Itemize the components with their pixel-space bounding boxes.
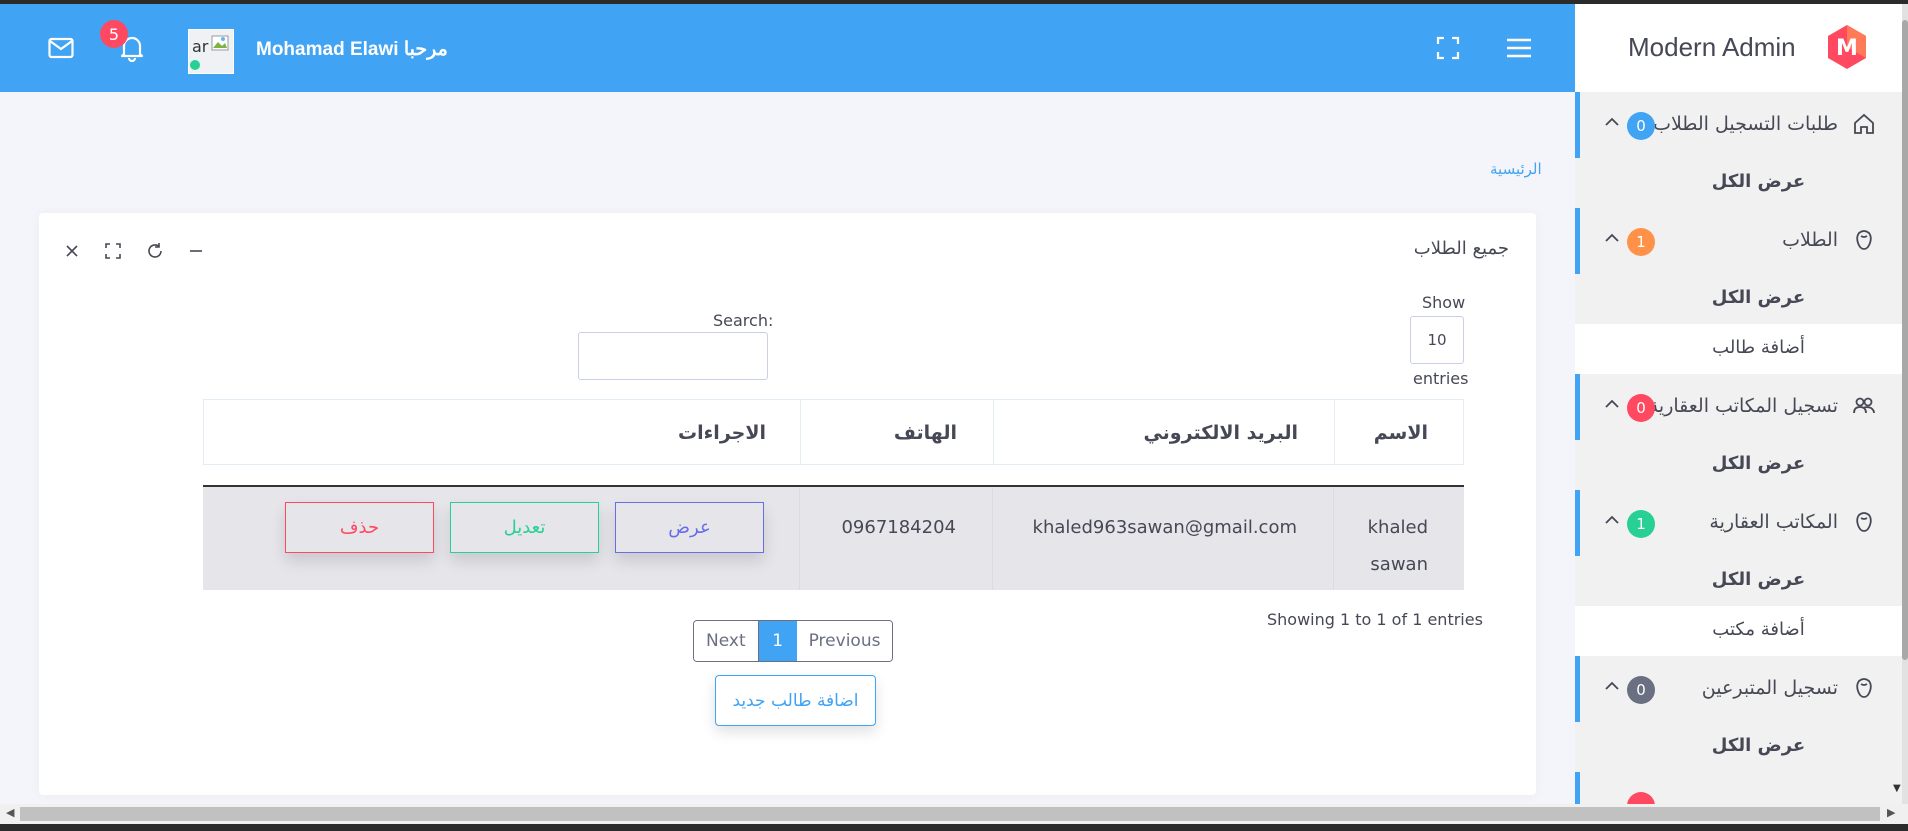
column-header-email[interactable]: البريد الالكتروني <box>993 400 1334 464</box>
mail-icon[interactable] <box>45 32 77 64</box>
sidebar-item-label: طلبات التسجيل الطلاب <box>1653 113 1838 135</box>
close-icon[interactable] <box>62 241 82 261</box>
scroll-left-icon[interactable]: ◀ <box>6 806 14 819</box>
sidebar-subitem-label: عرض الكل <box>1711 569 1806 590</box>
scroll-down-icon[interactable]: ▼ <box>1893 783 1901 794</box>
show-label: Show <box>1422 293 1466 312</box>
sidebar-subitem-view-all[interactable]: عرض الكل <box>1575 158 1902 208</box>
cell-name-line: khaled <box>1367 517 1428 538</box>
sidebar-scrollbar-thumb[interactable] <box>1902 20 1908 660</box>
horizontal-scrollbar-thumb[interactable] <box>20 807 1880 821</box>
pagination-next[interactable]: Next <box>694 621 759 661</box>
sidebar-item-label: المكاتب العقارية <box>1709 511 1838 533</box>
cell-email: khaled963sawan@gmail.com <box>992 487 1333 590</box>
sidebar-menu: طلبات التسجيل الطلاب 0 عرض الكل الطلاب 1… <box>1575 92 1902 804</box>
count-badge: 0 <box>1627 112 1655 140</box>
sidebar-item-students[interactable]: الطلاب 1 <box>1575 208 1902 274</box>
scroll-right-icon[interactable]: ▶ <box>1887 806 1895 819</box>
pagination-page-1[interactable]: 1 <box>758 621 797 661</box>
menu-toggle-icon[interactable] <box>1503 32 1535 64</box>
face-icon <box>1856 678 1872 698</box>
face-icon <box>1856 230 1872 250</box>
sidebar-subitem-label: أضافة مكتب <box>1712 619 1805 640</box>
view-button[interactable]: عرض <box>615 502 764 553</box>
sidebar-subitem-label: أضافة طالب <box>1712 337 1805 358</box>
home-icon <box>1854 113 1874 134</box>
delete-button[interactable]: حذف <box>285 502 434 553</box>
sidebar-subitem-label: عرض الكل <box>1711 453 1806 474</box>
online-status-dot <box>190 60 200 70</box>
cell-name-line: sawan <box>1370 554 1428 575</box>
count-badge: 0 <box>1627 676 1655 704</box>
sidebar-item-student-registration-requests[interactable]: طلبات التسجيل الطلاب 0 <box>1575 92 1902 158</box>
chevron-up-icon[interactable] <box>1604 114 1620 130</box>
sidebar-item-label: تسجيل المكاتب العقارية <box>1648 395 1838 417</box>
card-title: جميع الطلاب <box>1413 238 1509 259</box>
face-icon <box>1856 512 1872 532</box>
pagination-previous[interactable]: Previous <box>796 621 893 661</box>
brand-title: Modern Admin <box>1628 32 1796 62</box>
users-icon <box>1853 397 1875 414</box>
table-info: Showing 1 to 1 of 1 entries <box>1267 610 1483 629</box>
cell-name: khaled sawan <box>1333 487 1464 590</box>
brand[interactable]: Modern Admin M <box>1575 4 1902 92</box>
sidebar-subitem-add-office[interactable]: أضافة مكتب <box>1575 606 1902 656</box>
breadcrumb-home-link[interactable]: الرئيسية <box>1490 160 1542 178</box>
sidebar-item-label: تسجيل المتبرعين <box>1701 677 1838 699</box>
sidebar-subitem-label: عرض الكل <box>1711 287 1806 308</box>
expand-icon[interactable] <box>103 241 123 261</box>
pagination: Next 1 Previous <box>693 620 894 662</box>
cell-phone: 0967184204 <box>799 487 992 590</box>
count-badge: 1 <box>1627 228 1655 256</box>
sidebar-item-label: الطلاب <box>1782 229 1838 251</box>
add-student-button[interactable]: اضافة طالب جديد <box>715 675 876 726</box>
count-badge <box>1627 792 1655 804</box>
sidebar-subitem-view-all[interactable]: عرض الكل <box>1575 722 1902 772</box>
column-header-phone[interactable]: الهاتف <box>800 400 993 464</box>
column-header-name[interactable]: الاسم <box>1334 400 1463 464</box>
reload-icon[interactable] <box>145 241 165 261</box>
search-input[interactable] <box>578 332 768 380</box>
sidebar-item-real-estate-office-registration[interactable]: تسجيل المكاتب العقارية 0 <box>1575 374 1902 440</box>
chevron-up-icon[interactable] <box>1604 678 1620 694</box>
chevron-up-icon[interactable] <box>1604 230 1620 246</box>
search-label: Search: <box>713 311 774 330</box>
sidebar-subitem-view-all[interactable]: عرض الكل <box>1575 274 1902 324</box>
notification-badge: 5 <box>100 20 128 48</box>
edit-button[interactable]: تعديل <box>450 502 599 553</box>
fullscreen-icon[interactable] <box>1432 32 1464 64</box>
page-length-select[interactable]: 10 <box>1410 316 1464 364</box>
sidebar-subitem-add-student[interactable]: أضافة طالب <box>1575 324 1902 374</box>
sidebar-subitem-view-all[interactable]: عرض الكل <box>1575 440 1902 490</box>
minimize-icon[interactable] <box>186 241 206 261</box>
window-bottom-strip <box>0 824 1908 831</box>
students-table: الاسم البريد الالكتروني الهاتف الاجراءات… <box>203 399 1464 590</box>
column-header-actions[interactable]: الاجراءات <box>204 400 800 464</box>
user-welcome[interactable]: Mohamad Elawi مرحبا <box>256 38 448 66</box>
sidebar-item-donor-registration[interactable]: تسجيل المتبرعين 0 <box>1575 656 1902 722</box>
chevron-up-icon[interactable] <box>1604 396 1620 412</box>
chevron-up-icon[interactable] <box>1604 512 1620 528</box>
table-header: الاسم البريد الالكتروني الهاتف الاجراءات <box>203 399 1464 465</box>
table-row: khaled sawan khaled963sawan@gmail.com 09… <box>203 485 1464 590</box>
avatar-alt-text: ar <box>192 37 209 56</box>
sidebar-item-partial[interactable] <box>1575 772 1902 804</box>
count-badge: 1 <box>1627 510 1655 538</box>
brand-logo-icon: M <box>1828 25 1866 69</box>
main-sidebar: Modern Admin M طلبات التسجيل الطلاب 0 عر… <box>1575 4 1902 804</box>
sidebar-item-real-estate-offices[interactable]: المكاتب العقارية 1 <box>1575 490 1902 556</box>
top-navbar: 5 ar Mohamad Elawi مرحبا <box>0 4 1575 92</box>
sidebar-subitem-view-all[interactable]: عرض الكل <box>1575 556 1902 606</box>
count-badge: 0 <box>1627 394 1655 422</box>
entries-label: entries <box>1413 369 1469 388</box>
cell-actions: عرض تعديل حذف <box>203 487 799 590</box>
brand-logo-letter: M <box>1836 36 1858 61</box>
sidebar-subitem-label: عرض الكل <box>1711 171 1806 192</box>
sidebar-subitem-label: عرض الكل <box>1711 735 1806 756</box>
